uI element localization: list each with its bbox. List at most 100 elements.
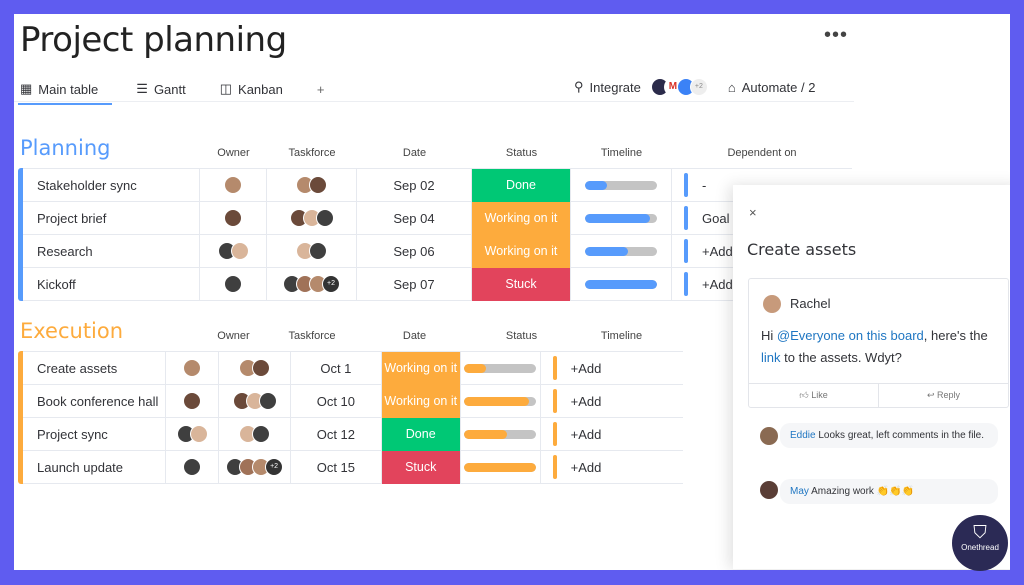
- owner-cell[interactable]: [166, 384, 220, 418]
- column-header[interactable]: Timeline: [571, 330, 672, 342]
- automate-button[interactable]: Automate / 2: [742, 80, 816, 95]
- timeline-cell[interactable]: [571, 234, 672, 268]
- owner-cell[interactable]: [166, 450, 220, 484]
- item-name[interactable]: Project brief: [23, 201, 200, 235]
- item-name[interactable]: Create assets: [23, 351, 167, 385]
- comment-text: Hi @Everyone on this board, here's the l…: [761, 328, 988, 365]
- table-row[interactable]: Project sync Oct 12 Done +Add: [23, 417, 683, 451]
- reply-button[interactable]: ↩ Reply: [879, 384, 1008, 407]
- avatar[interactable]: [258, 392, 277, 410]
- timeline-cell[interactable]: [571, 168, 672, 202]
- table-row[interactable]: Create assets Oct 1 Working on it +Add: [23, 351, 683, 385]
- owner-cell[interactable]: [200, 267, 267, 301]
- owner-cell[interactable]: [166, 417, 220, 451]
- comment-author: Rachel: [790, 296, 831, 311]
- column-header[interactable]: Status: [472, 147, 571, 159]
- column-header[interactable]: Taskforce: [267, 330, 357, 342]
- status-badge[interactable]: Working on it: [472, 201, 571, 235]
- more-members-badge[interactable]: +2: [265, 458, 284, 476]
- mention-link[interactable]: @Everyone on this board: [777, 328, 924, 343]
- assets-link[interactable]: link: [761, 350, 781, 365]
- close-button[interactable]: ×: [749, 205, 757, 220]
- date-cell[interactable]: Sep 04: [357, 201, 472, 235]
- dependent-cell[interactable]: +Add: [541, 418, 683, 451]
- column-header[interactable]: Taskforce: [267, 147, 357, 159]
- item-name[interactable]: Book conference hall: [23, 384, 167, 418]
- owner-cell[interactable]: [166, 351, 220, 385]
- status-badge[interactable]: Stuck: [472, 267, 571, 301]
- status-badge[interactable]: Working on it: [381, 384, 461, 418]
- item-name[interactable]: Project sync: [23, 417, 167, 451]
- toolbar: ⚲ Integrate M +2 ⌂ Automate / 2: [574, 78, 815, 96]
- taskforce-cell[interactable]: +2: [267, 267, 357, 301]
- status-badge[interactable]: Done: [472, 168, 571, 202]
- table-row[interactable]: Book conference hall Oct 10 Working on i…: [23, 384, 683, 418]
- column-header[interactable]: Date: [357, 330, 472, 342]
- taskforce-cell[interactable]: +2: [219, 450, 291, 484]
- date-cell[interactable]: Oct 10: [291, 384, 382, 418]
- reply-item: May Amazing work 👏👏👏: [748, 479, 998, 504]
- timeline-cell[interactable]: [461, 450, 541, 484]
- table-row[interactable]: Project brief Sep 04 Working on it Goal: [23, 201, 852, 235]
- taskforce-cell[interactable]: [267, 168, 357, 202]
- tab-main-table[interactable]: ▦ Main table: [17, 81, 113, 105]
- owner-cell[interactable]: [200, 234, 267, 268]
- date-cell[interactable]: Sep 07: [357, 267, 472, 301]
- avatar[interactable]: [252, 425, 271, 443]
- integration-icons[interactable]: M +2: [650, 78, 708, 96]
- tab-kanban[interactable]: ◫ Kanban: [220, 81, 283, 97]
- dependent-cell[interactable]: +Add: [541, 352, 683, 385]
- integrate-button[interactable]: Integrate: [590, 80, 641, 95]
- item-name[interactable]: Kickoff: [23, 267, 200, 301]
- onethread-logo: ⛉ Onethread: [952, 515, 1008, 571]
- item-name[interactable]: Research: [23, 234, 200, 268]
- date-cell[interactable]: Oct 15: [291, 450, 382, 484]
- group-table: Create assets Oct 1 Working on it +Add B…: [23, 351, 683, 484]
- status-badge[interactable]: Stuck: [381, 450, 461, 484]
- timeline-cell[interactable]: [571, 201, 672, 235]
- avatar[interactable]: [309, 176, 327, 194]
- taskforce-cell[interactable]: [219, 417, 291, 451]
- status-badge[interactable]: Done: [381, 417, 461, 451]
- column-header[interactable]: Status: [472, 330, 571, 342]
- date-cell[interactable]: Oct 12: [291, 417, 382, 451]
- column-header[interactable]: Owner: [200, 330, 267, 342]
- table-row[interactable]: Research Sep 06 Working on it +Add: [23, 234, 852, 268]
- table-row[interactable]: Launch update +2 Oct 15 Stuck +Add: [23, 450, 683, 484]
- taskforce-cell[interactable]: [219, 351, 291, 385]
- like-button[interactable]: 👍︎ Like: [749, 384, 879, 407]
- date-cell[interactable]: Sep 06: [357, 234, 472, 268]
- owner-cell[interactable]: [200, 168, 267, 202]
- avatar: [760, 481, 778, 499]
- taskforce-cell[interactable]: [267, 201, 357, 235]
- timeline-cell[interactable]: [461, 351, 541, 385]
- taskforce-cell[interactable]: [219, 384, 291, 418]
- owner-cell[interactable]: [200, 201, 267, 235]
- date-cell[interactable]: Sep 02: [357, 168, 472, 202]
- column-header[interactable]: Timeline: [571, 147, 672, 159]
- dependent-cell[interactable]: +Add: [541, 385, 683, 418]
- taskforce-cell[interactable]: [267, 234, 357, 268]
- timeline-cell[interactable]: [461, 417, 541, 451]
- item-name[interactable]: Launch update: [23, 450, 167, 484]
- item-name[interactable]: Stakeholder sync: [23, 168, 200, 202]
- column-header[interactable]: Dependent on: [672, 147, 852, 159]
- avatar[interactable]: [309, 242, 327, 260]
- tab-gantt[interactable]: ☰ Gantt: [136, 81, 185, 97]
- timeline-bar: [464, 363, 537, 373]
- status-badge[interactable]: Working on it: [472, 234, 571, 268]
- more-options-button[interactable]: •••: [824, 24, 848, 47]
- avatar[interactable]: [315, 209, 334, 227]
- dependent-cell[interactable]: +Add: [541, 451, 683, 484]
- add-view-button[interactable]: +: [317, 82, 325, 97]
- column-header[interactable]: Owner: [200, 147, 267, 159]
- more-members-badge[interactable]: +2: [322, 275, 340, 293]
- timeline-cell[interactable]: [461, 384, 541, 418]
- timeline-cell[interactable]: [571, 267, 672, 301]
- column-header[interactable]: Date: [357, 147, 472, 159]
- table-row[interactable]: Stakeholder sync Sep 02 Done -: [23, 168, 852, 202]
- table-row[interactable]: Kickoff +2 Sep 07 Stuck +Add: [23, 267, 852, 301]
- avatar[interactable]: [252, 359, 271, 377]
- date-cell[interactable]: Oct 1: [291, 351, 382, 385]
- status-badge[interactable]: Working on it: [381, 351, 461, 385]
